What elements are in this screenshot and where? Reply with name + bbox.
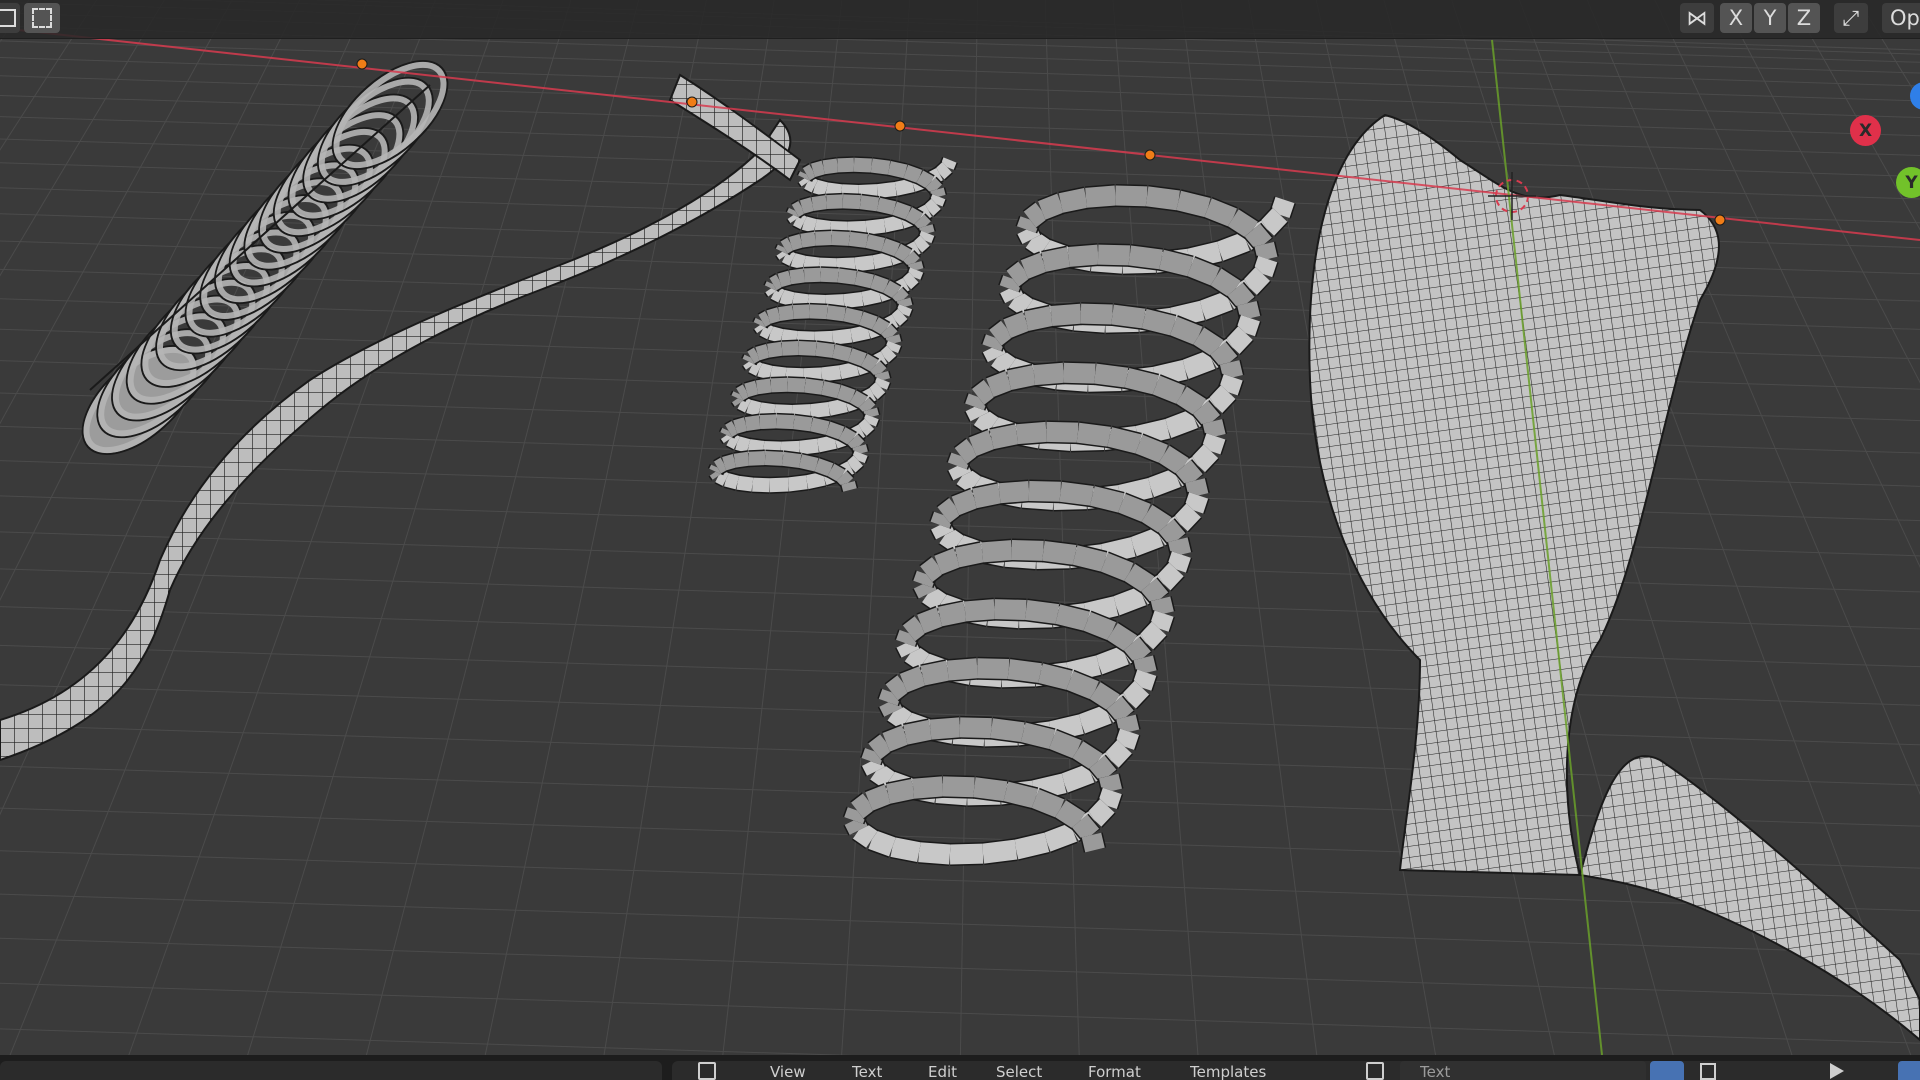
mirror-z-toggle[interactable]: Z	[1788, 3, 1820, 33]
snap-icon[interactable]: ⤢	[1834, 3, 1868, 33]
left-footer-panel	[0, 1061, 662, 1080]
footer-blue-icon[interactable]	[1898, 1061, 1920, 1080]
menu-edit[interactable]: Edit	[928, 1063, 957, 1080]
cloth-origin-point[interactable]	[1714, 214, 1726, 226]
small-helix-origin-point[interactable]	[894, 120, 906, 132]
mirror-y-toggle[interactable]: Y	[1754, 3, 1786, 33]
twisted-cloth-mesh[interactable]	[1308, 113, 1920, 1042]
snap-glyph: ⤢	[1842, 5, 1860, 30]
select-box-icon[interactable]	[0, 3, 20, 33]
text-name-field-box[interactable]	[1400, 1061, 1646, 1080]
mirror-x-toggle[interactable]: X	[1720, 3, 1752, 33]
menu-text[interactable]: Text	[852, 1063, 882, 1080]
options-button[interactable]: Op	[1882, 3, 1920, 33]
mirror-z-label: Z	[1796, 6, 1812, 30]
gizmo-x-axis[interactable]: X	[1850, 115, 1881, 146]
mirror-x-label: X	[1728, 6, 1744, 30]
large-helix-mesh[interactable]	[842, 183, 1296, 867]
3d-viewport[interactable]	[0, 0, 1920, 1055]
mirror-icon[interactable]: ⋈	[1680, 3, 1714, 33]
large-helix-origin-point[interactable]	[1144, 149, 1156, 161]
gizmo-y-axis[interactable]: Y	[1896, 167, 1920, 198]
select-box-glyph	[0, 9, 16, 27]
viewport-header: ⋈ X Y Z ⤢ Op	[0, 0, 1920, 39]
ribbon-origin-point[interactable]	[686, 96, 698, 108]
select-mode-glyph	[32, 8, 52, 28]
menu-format[interactable]: Format	[1088, 1063, 1141, 1080]
footer-file-icon[interactable]	[1700, 1063, 1716, 1080]
mirror-y-label: Y	[1763, 6, 1777, 30]
gizmo-x-label: X	[1858, 120, 1873, 141]
menu-view[interactable]: View	[770, 1063, 806, 1080]
select-mode-icon[interactable]	[24, 3, 60, 33]
mirror-glyph: ⋈	[1686, 6, 1708, 30]
footer-tool-icon[interactable]	[1650, 1061, 1684, 1080]
coil-mesh[interactable]	[64, 41, 466, 473]
scene-objects	[0, 27, 1920, 1055]
small-helix-mesh[interactable]	[707, 156, 958, 494]
editor-footer: View Text Edit Select Format Templates T…	[0, 1055, 1920, 1080]
editor-type-icon[interactable]	[698, 1062, 716, 1080]
menu-select[interactable]: Select	[996, 1063, 1042, 1080]
text-datablock-icon[interactable]	[1366, 1062, 1384, 1080]
footer-run-icon[interactable]	[1830, 1063, 1844, 1079]
options-label: Op	[1890, 6, 1920, 30]
x-axis-line	[0, 27, 1920, 241]
menu-templates[interactable]: Templates	[1190, 1063, 1266, 1080]
gizmo-y-label: Y	[1905, 172, 1918, 193]
coil-origin-point[interactable]	[356, 58, 368, 70]
